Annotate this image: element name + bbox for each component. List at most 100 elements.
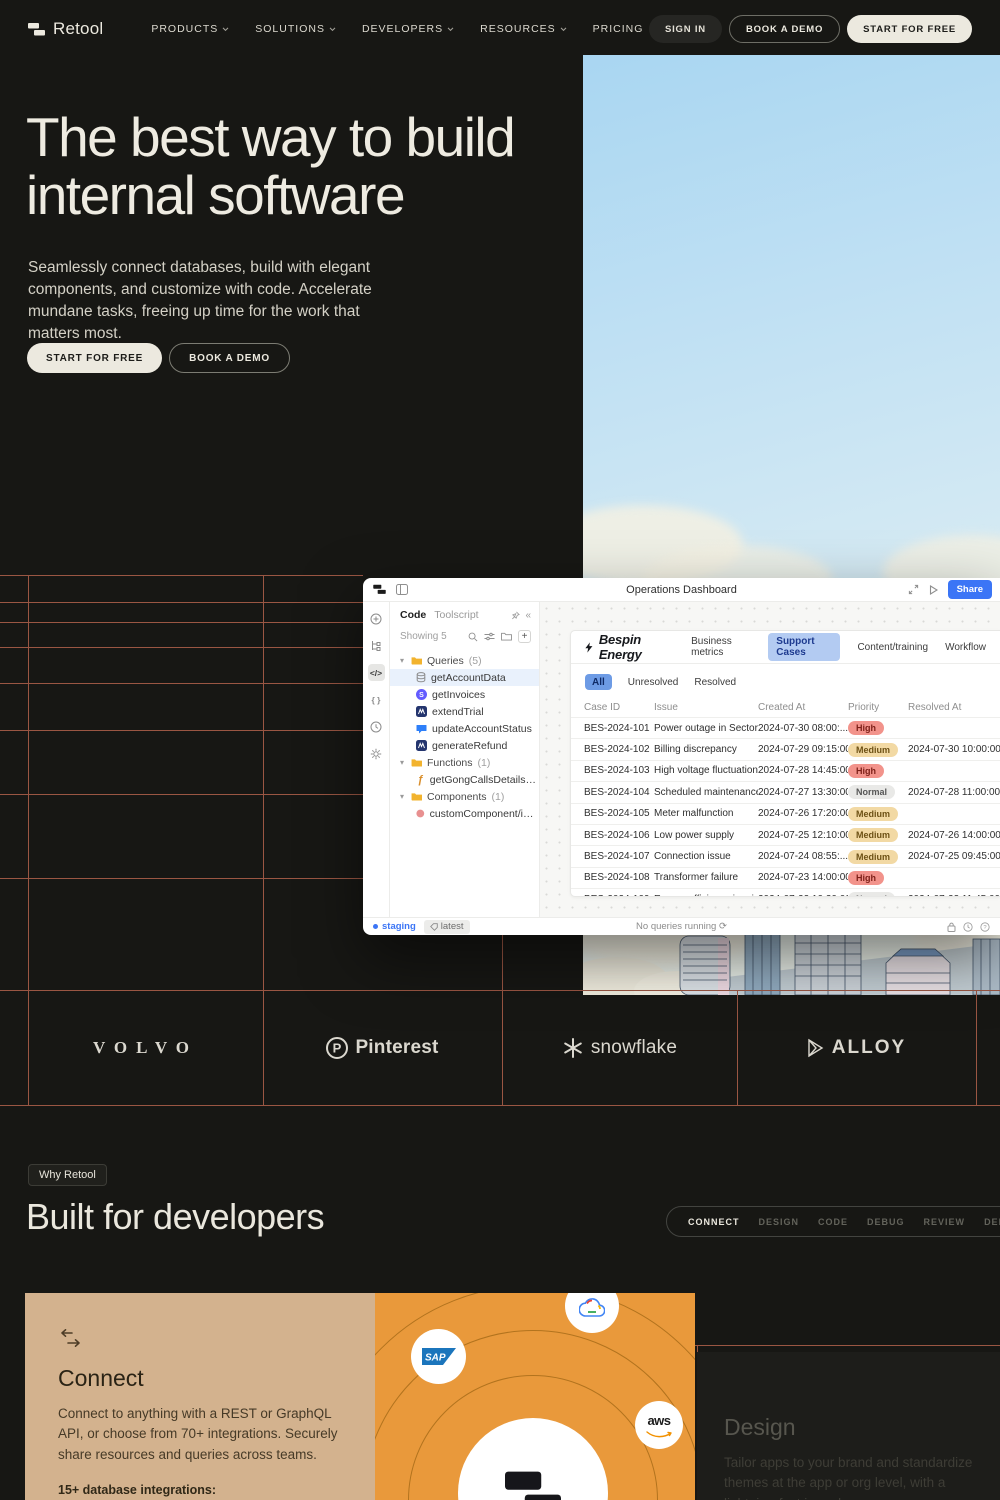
add-query-icon[interactable]: + — [518, 630, 531, 643]
retool-logo-icon — [28, 22, 45, 37]
col-issue[interactable]: Issue — [654, 702, 758, 713]
nav-products[interactable]: PRODUCTS — [151, 23, 229, 35]
tree-item-getInvoices[interactable]: S getInvoices — [390, 686, 539, 703]
collapse-panel-icon[interactable]: « — [525, 610, 531, 621]
table-row[interactable]: BES-2024-109Energy efficiency inquiry202… — [571, 888, 1000, 897]
filter-all[interactable]: All — [585, 674, 612, 690]
support-cases-table: Case ID Issue Created At Priority Resolv… — [571, 698, 1000, 897]
connect-title: Connect — [58, 1365, 375, 1392]
tree-item-getAccountData[interactable]: getAccountData — [390, 669, 539, 686]
app-tab-business-metrics[interactable]: Business metrics — [691, 636, 751, 658]
tab-review[interactable]: REVIEW — [924, 1217, 966, 1227]
settings-gear-icon[interactable] — [368, 745, 385, 762]
tab-deploy[interactable]: DEPLOY — [984, 1217, 1000, 1227]
table-row[interactable]: BES-2024-102Billing discrepancy2024-07-2… — [571, 738, 1000, 759]
code-panel-icon[interactable]: </> — [368, 664, 385, 681]
lock-icon[interactable] — [947, 922, 956, 932]
start-free-cta[interactable]: START FOR FREE — [27, 343, 162, 373]
tree-item-generateRefund[interactable]: generateRefund — [390, 737, 539, 754]
component-tree-icon[interactable] — [368, 637, 385, 654]
book-demo-cta[interactable]: BOOK A DEMO — [169, 343, 290, 373]
tab-design[interactable]: DESIGN — [759, 1217, 800, 1227]
search-icon[interactable] — [468, 632, 478, 642]
tree-item-updateAccountStatus[interactable]: updateAccountStatus — [390, 720, 539, 737]
col-created-at[interactable]: Created At — [758, 702, 848, 713]
table-row[interactable]: BES-2024-106Low power supply2024-07-25 1… — [571, 824, 1000, 845]
layout-panel-icon[interactable] — [396, 584, 408, 595]
grid-line — [0, 622, 363, 623]
tab-code[interactable]: CODE — [818, 1217, 848, 1227]
tab-toolscript[interactable]: Toolscript — [434, 609, 478, 621]
app-tab-support-cases[interactable]: Support Cases — [768, 633, 840, 661]
app-tab-workflow[interactable]: Workflow — [945, 642, 986, 653]
add-icon[interactable] — [368, 610, 385, 627]
retool-logo[interactable]: Retool — [28, 19, 103, 39]
help-icon[interactable]: ? — [980, 922, 990, 932]
tree-folder-functions[interactable]: ▾ Functions(1) — [390, 754, 539, 771]
city-skyline-illustration — [583, 929, 1000, 995]
sort-filter-icon[interactable] — [484, 632, 495, 641]
history-clock-icon[interactable] — [368, 718, 385, 735]
customer-logo-volvo[interactable]: VOLVO — [28, 990, 263, 1105]
start-free-button[interactable]: START FOR FREE — [847, 15, 972, 43]
new-folder-icon[interactable] — [501, 632, 512, 641]
filter-resolved[interactable]: Resolved — [694, 677, 736, 688]
col-case-id[interactable]: Case ID — [584, 702, 654, 713]
bolt-icon — [585, 641, 593, 654]
table-row[interactable]: BES-2024-108Transformer failure2024-07-2… — [571, 867, 1000, 888]
grid-line — [0, 575, 363, 576]
svg-text:S: S — [419, 692, 424, 699]
nav-resources[interactable]: RESOURCES — [480, 23, 567, 35]
grid-line — [976, 990, 977, 1105]
col-priority[interactable]: Priority — [848, 702, 908, 713]
pin-icon[interactable] — [511, 611, 520, 620]
built-for-developers-heading: Built for developers — [26, 1196, 324, 1238]
svg-text:SAP: SAP — [425, 1353, 446, 1364]
expand-icon[interactable] — [908, 584, 919, 595]
dashboard-title: Operations Dashboard — [363, 584, 1000, 596]
col-resolved-at[interactable]: Resolved At — [908, 702, 1000, 713]
swap-arrows-icon — [58, 1329, 84, 1349]
folder-icon — [411, 758, 422, 767]
grid-line — [0, 794, 363, 795]
tree-folder-queries[interactable]: ▾ Queries(5) — [390, 652, 539, 669]
history-icon[interactable] — [963, 922, 973, 932]
priority-badge: High — [848, 871, 884, 885]
design-description: Tailor apps to your brand and standardiz… — [724, 1453, 986, 1500]
app-canvas: Bespin Energy Business metrics Support C… — [540, 602, 1000, 917]
share-button[interactable]: Share — [948, 580, 992, 599]
table-row[interactable]: BES-2024-105Meter malfunction2024-07-26 … — [571, 803, 1000, 824]
state-braces-icon[interactable]: { } — [368, 691, 385, 708]
table-row[interactable]: BES-2024-101Power outage in Sector 72024… — [571, 717, 1000, 738]
alloy-icon — [807, 1038, 825, 1058]
nav-solutions[interactable]: SOLUTIONS — [255, 23, 336, 35]
bespin-energy-logo: Bespin Energy — [585, 632, 668, 662]
table-row[interactable]: BES-2024-107Connection issue2024-07-24 0… — [571, 845, 1000, 866]
customer-logo-pinterest[interactable]: P Pinterest — [263, 990, 502, 1105]
priority-badge: Medium — [848, 743, 898, 757]
app-tab-content-training[interactable]: Content/training — [857, 642, 928, 653]
book-demo-button[interactable]: BOOK A DEMO — [729, 15, 840, 43]
sign-in-button[interactable]: SIGN IN — [649, 15, 722, 43]
nav-developers[interactable]: DEVELOPERS — [362, 23, 454, 35]
tree-item-customComponent[interactable]: customComponent/iFrameC... — [390, 805, 539, 822]
nav-pricing[interactable]: PRICING — [593, 23, 644, 35]
tree-item-extendTrial[interactable]: extendTrial — [390, 703, 539, 720]
tree-item-getGongCallsDetailsOrEmpty[interactable]: ƒ getGongCallsDetailsOrEmpty — [390, 771, 539, 788]
customer-logo-snowflake[interactable]: snowflake — [502, 990, 737, 1105]
play-icon[interactable] — [929, 585, 938, 595]
priority-badge: Normal — [848, 785, 895, 799]
dashboard-titlebar: Operations Dashboard Share — [363, 578, 1000, 602]
table-row[interactable]: BES-2024-104Scheduled maintenance...2024… — [571, 781, 1000, 802]
customer-logo-alloy[interactable]: ALLOY — [737, 990, 976, 1105]
table-row[interactable]: BES-2024-103High voltage fluctuation2024… — [571, 760, 1000, 781]
tab-connect[interactable]: CONNECT — [688, 1217, 740, 1227]
bespin-energy-app: Bespin Energy Business metrics Support C… — [570, 630, 1000, 897]
snowflake-icon — [562, 1037, 584, 1059]
filter-unresolved[interactable]: Unresolved — [628, 677, 679, 688]
tab-code[interactable]: Code — [400, 609, 426, 621]
svg-text:?: ? — [983, 925, 987, 931]
tree-folder-components[interactable]: ▾ Components(1) — [390, 788, 539, 805]
priority-badge: Medium — [848, 850, 898, 864]
tab-debug[interactable]: DEBUG — [867, 1217, 905, 1227]
